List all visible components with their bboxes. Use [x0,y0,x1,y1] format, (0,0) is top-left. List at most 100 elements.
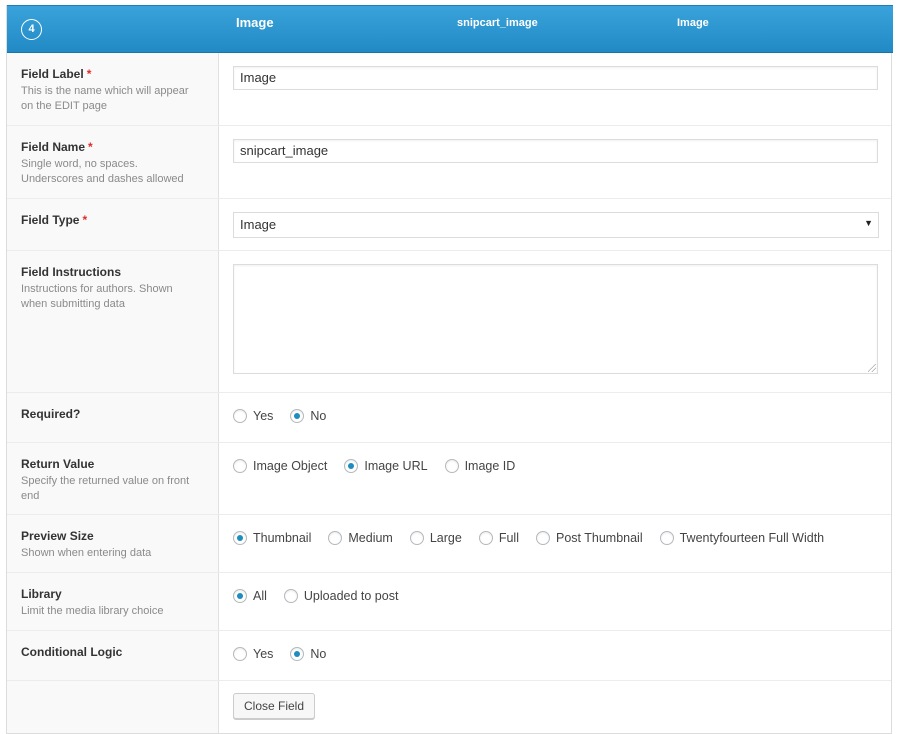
radio-label: No [310,409,327,423]
preview-size-radio-group: Thumbnail Medium Large Full Post Thumbna… [233,531,841,545]
field-type-select[interactable]: Image ▼ [233,212,879,238]
required-marker: * [88,140,93,154]
preview-option-large[interactable]: Large [409,531,462,545]
required-marker: * [82,213,88,227]
radio-icon[interactable] [233,459,247,473]
return-option-image-url[interactable]: Image URL [344,459,428,473]
library-option-all[interactable]: All [233,589,267,603]
header-field-label[interactable]: Image [236,15,274,30]
conditional-option-no[interactable]: No [290,647,326,661]
row-label-empty [7,681,219,733]
field-instructions-textarea[interactable] [233,264,878,374]
return-value-desc-2: end [21,490,40,502]
row-label: Preview Size Shown when entering data [7,515,219,572]
row-field-name: Field Name * Single word, no spaces. Under… [7,126,891,199]
row-label: Field Label * This is the name which will… [7,53,219,125]
radio-label: Medium [348,531,393,545]
resize-grip-icon[interactable] [868,364,876,372]
row-required: Required? Yes No [7,393,891,443]
radio-label: Image URL [364,459,428,473]
radio-checked-icon[interactable] [290,647,305,661]
conditional-logic-radio-group: Yes No [233,647,343,661]
preview-option-post-thumbnail[interactable]: Post Thumbnail [535,531,643,545]
radio-label: Thumbnail [253,531,312,545]
row-field-instructions: Field Instructions Instructions for auth… [7,251,891,393]
row-field-label: Field Label * This is the name which will… [7,53,891,126]
preview-size-desc: Shown when entering data [21,547,152,559]
field-label-desc: This is the name which will appear [21,85,189,97]
radio-icon[interactable] [283,589,298,603]
row-close: Close Field [7,681,891,733]
preview-option-full[interactable]: Full [478,531,519,545]
radio-icon[interactable] [328,531,343,545]
field-label-desc-2: on the EDIT page [21,100,108,112]
radio-label: Post Thumbnail [555,531,643,545]
radio-label: Image ID [464,459,516,473]
field-name-input[interactable]: snipcart_image [233,139,878,163]
radio-label: Image Object [253,459,328,473]
return-option-image-id[interactable]: Image ID [444,459,516,473]
radio-icon[interactable] [535,531,550,545]
radio-label: Large [429,531,462,545]
header-field-name: snipcart_image [457,17,538,29]
dropdown-arrow-icon: ▼ [864,218,873,228]
preview-option-twentyfourteen[interactable]: Twentyfourteen Full Width [659,531,824,545]
field-name-title: Field Name [21,140,86,154]
radio-checked-icon[interactable] [233,531,247,545]
radio-icon[interactable] [233,647,247,661]
required-radio-group: Yes No [233,409,343,423]
return-option-image-object[interactable]: Image Object [233,459,327,473]
library-desc: Limit the media library choice [21,605,164,617]
required-marker: * [86,67,92,81]
return-value-desc: Specify the returned value on front [21,475,190,487]
field-editor: 4 Image snipcart_image Image Field Label… [6,5,893,734]
row-label: Library Limit the media library choice [7,573,219,630]
preview-option-medium[interactable]: Medium [328,531,393,545]
close-field-button[interactable]: Close Field [233,693,316,719]
radio-label: Full [498,531,519,545]
return-value-title: Return Value [21,457,95,471]
row-return-value: Return Value Specify the returned value … [7,443,891,515]
field-type-value: Image [240,217,277,232]
field-instructions-desc-2: when submitting data [21,298,125,310]
row-field-type: Field Type * Image ▼ [7,199,891,251]
radio-icon[interactable] [233,409,247,423]
preview-option-thumbnail[interactable]: Thumbnail [233,531,311,545]
header-field-type: Image [677,17,709,29]
radio-checked-icon[interactable] [344,459,359,473]
row-label: Required? [7,393,219,442]
required-option-no[interactable]: No [290,409,326,423]
conditional-option-yes[interactable]: Yes [233,647,273,661]
radio-checked-icon[interactable] [290,409,305,423]
radio-label: No [310,647,327,661]
field-instructions-title: Field Instructions [21,265,122,279]
radio-icon[interactable] [659,531,674,545]
radio-checked-icon[interactable] [233,589,247,603]
row-label: Field Name * Single word, no spaces. Under… [7,126,219,198]
row-label: Field Type * [7,199,219,250]
library-title: Library [21,587,62,601]
row-label: Conditional Logic [7,631,219,680]
field-instructions-desc: Instructions for authors. Shown [21,283,173,295]
row-label: Return Value Specify the returned value … [7,443,219,514]
field-order-badge: 4 [21,19,42,40]
field-label-title: Field Label [21,67,84,81]
radio-icon[interactable] [409,531,424,545]
required-option-yes[interactable]: Yes [233,409,273,423]
row-library: Library Limit the media library choice A… [7,573,891,631]
required-title: Required? [21,407,81,421]
radio-label: Yes [253,409,274,423]
radio-label: Uploaded to post [303,589,399,603]
field-header[interactable]: 4 Image snipcart_image Image [7,5,893,53]
radio-icon[interactable] [478,531,493,545]
library-radio-group: All Uploaded to post [233,589,415,603]
library-option-uploaded[interactable]: Uploaded to post [283,589,399,603]
conditional-logic-title: Conditional Logic [21,645,123,659]
preview-size-title: Preview Size [21,529,94,543]
field-label-input[interactable]: Image [233,66,878,90]
field-name-desc: Single word, no spaces. [21,158,138,170]
radio-icon[interactable] [444,459,459,473]
return-value-radio-group: Image Object Image URL Image ID [233,459,532,473]
field-type-title: Field Type [21,213,80,227]
row-conditional-logic: Conditional Logic Yes No [7,631,891,681]
